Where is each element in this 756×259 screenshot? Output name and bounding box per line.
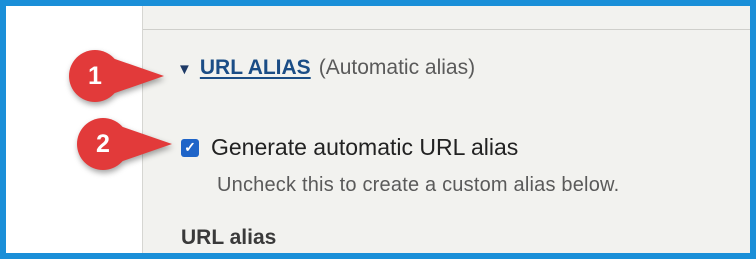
panel-top-divider [143,6,750,30]
checkbox-description: Uncheck this to create a custom alias be… [217,174,620,196]
url-alias-section-link[interactable]: URL ALIAS [200,56,311,80]
content-panel: ▼ URL ALIAS (Automatic alias) ✓ Generate… [142,6,750,253]
callout-marker-2: 2 [72,118,176,170]
generate-alias-checkbox-label[interactable]: Generate automatic URL alias [211,134,518,161]
automatic-alias-note: (Automatic alias) [318,56,476,79]
callout-number-2: 2 [96,129,110,158]
callout-number-1: 1 [88,61,102,90]
url-alias-details-summary[interactable]: ▼ URL ALIAS (Automatic alias) [177,56,475,80]
generate-alias-checkbox-row[interactable]: ✓ Generate automatic URL alias [181,134,518,161]
triangle-down-icon[interactable]: ▼ [177,61,192,78]
generate-alias-checkbox[interactable]: ✓ [181,138,199,157]
callout-marker-1: 1 [64,50,168,102]
url-alias-field-label: URL alias [181,226,277,249]
screenshot-frame: ▼ URL ALIAS (Automatic alias) ✓ Generate… [0,0,756,259]
